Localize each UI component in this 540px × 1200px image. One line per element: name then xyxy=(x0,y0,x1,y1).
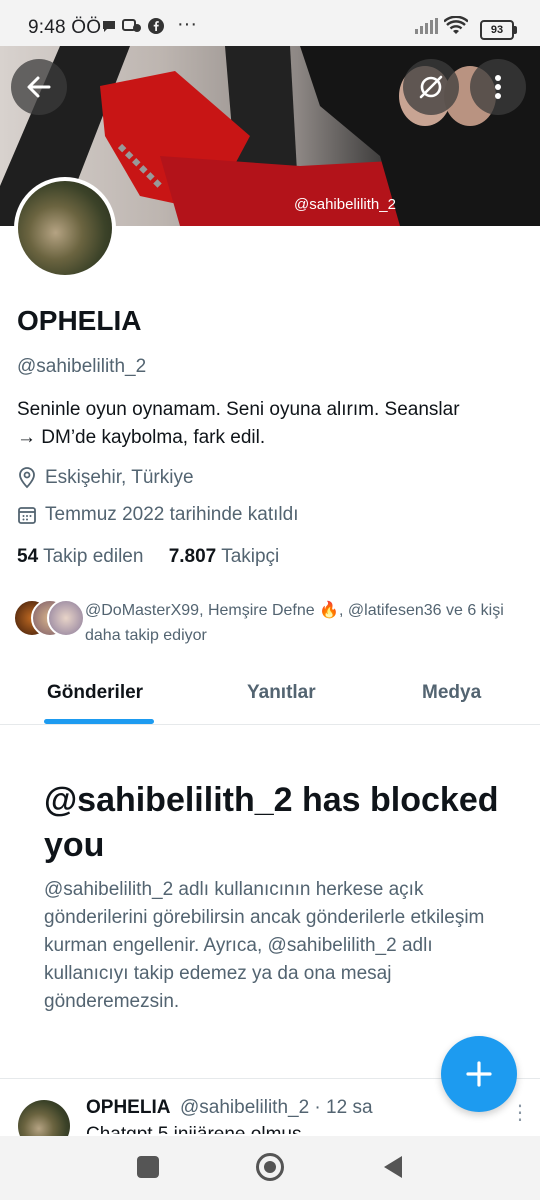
avatar-image xyxy=(18,181,112,275)
profile-bio: Seninle oyun oynamam. Seni oyuna alırım.… xyxy=(17,396,527,452)
following-label: Takip edilen xyxy=(43,546,144,567)
tweet-text: Chatgpt 5 inijärene olmus xyxy=(86,1124,301,1134)
calendar-icon xyxy=(18,507,36,524)
more-options-button[interactable] xyxy=(470,59,526,115)
facebook-icon xyxy=(148,18,164,39)
following-count: 54 xyxy=(17,546,39,567)
location-pin-icon xyxy=(19,467,35,489)
tweet-more-icon[interactable]: ⋮ xyxy=(510,1100,530,1125)
mutual-avatar xyxy=(47,599,85,637)
status-bar: 9:48 ÖÖ ··· 93 xyxy=(0,0,540,46)
system-nav-bar xyxy=(0,1136,540,1200)
joined-row: Temmuz 2022 tarihinde katıldı xyxy=(17,504,298,526)
status-time: 9:48 ÖÖ xyxy=(28,17,102,38)
followers-label: Takipçi xyxy=(221,546,280,567)
grok-icon xyxy=(419,75,443,99)
bio-line: Seninle oyun oynamam. Seni oyuna alırım.… xyxy=(17,399,460,420)
plus-icon xyxy=(466,1061,492,1087)
battery-indicator: 93 xyxy=(480,20,517,40)
tweet-handle-time: @sahibelilith_2 · 12 sa xyxy=(180,1097,373,1118)
location-row: Eskişehir, Türkiye xyxy=(17,467,194,489)
back-nav-button[interactable] xyxy=(382,1154,404,1180)
following-link[interactable]: 54 Takip edilen xyxy=(17,546,143,567)
followers-you-know-text: @DoMasterX99, Hemşire Defne 🔥, @latifese… xyxy=(85,602,504,644)
compose-button[interactable] xyxy=(441,1036,517,1112)
home-button[interactable] xyxy=(256,1153,284,1181)
tab-media[interactable]: Medya xyxy=(422,682,481,704)
followers-link[interactable]: 7.807 Takipçi xyxy=(169,546,280,567)
profile-avatar[interactable] xyxy=(14,177,116,279)
signal-icon xyxy=(414,18,438,39)
follow-counts: 54 Takip edilen 7.807 Takipçi xyxy=(17,546,279,568)
recents-button[interactable] xyxy=(137,1156,159,1178)
display-name: OPHELIA xyxy=(17,305,142,336)
wifi-icon xyxy=(443,15,469,41)
profile-handle: @sahibelilith_2 xyxy=(17,356,147,377)
tab-replies[interactable]: Yanıtlar xyxy=(247,682,316,704)
mutual-avatars xyxy=(13,599,85,637)
blocked-description: @sahibelilith_2 adlı kullanıcının herkes… xyxy=(44,879,485,1012)
messenger-icon xyxy=(122,18,142,39)
back-button[interactable] xyxy=(11,59,67,115)
grok-button[interactable] xyxy=(403,59,459,115)
profile-tabs: Gönderiler Yanıtlar Medya xyxy=(0,666,540,725)
blocked-title: @sahibelilith_2 has blocked you xyxy=(44,781,499,864)
tab-posts[interactable]: Gönderiler xyxy=(47,682,143,704)
status-overflow: ··· xyxy=(177,13,197,35)
followers-you-know[interactable]: @DoMasterX99, Hemşire Defne 🔥, @latifese… xyxy=(13,599,523,648)
more-vertical-icon xyxy=(495,75,501,99)
arrow-left-icon xyxy=(27,76,51,98)
bio-line: → DM’de kaybolma, fark edil. xyxy=(17,427,266,448)
tweet-author-name: OPHELIA xyxy=(86,1097,171,1118)
joined-text: Temmuz 2022 tarihinde katıldı xyxy=(45,504,299,525)
followers-count: 7.807 xyxy=(168,546,217,567)
chat-bubble-icon xyxy=(101,18,117,39)
home-dot-icon xyxy=(264,1161,276,1173)
active-tab-indicator xyxy=(44,719,154,724)
banner-watermark: @sahibelilith_2 xyxy=(294,196,396,213)
location-text: Eskişehir, Türkiye xyxy=(45,467,194,488)
